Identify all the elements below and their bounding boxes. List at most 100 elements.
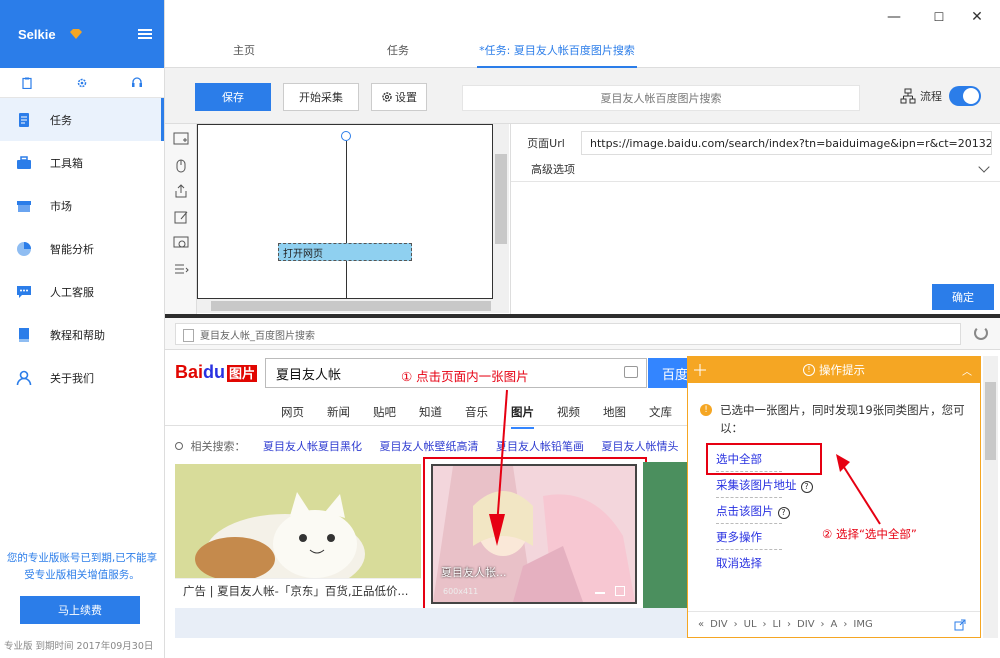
tab-tasks[interactable]: 任务: [387, 42, 409, 58]
annotation-step-2: ② 选择“选中全部”: [822, 527, 917, 541]
chat-bubble-icon: [17, 285, 31, 298]
ok-button[interactable]: 确定: [932, 284, 994, 310]
sidebar-item-support[interactable]: 人工客服: [0, 270, 164, 313]
sidebar-item-toolbox[interactable]: 工具箱: [0, 141, 164, 184]
related-label: 相关搜索：: [190, 440, 246, 453]
sidebar-item-tutorials[interactable]: 教程和帮助: [0, 313, 164, 356]
cancel-selection-link[interactable]: 取消选择: [716, 555, 762, 571]
inspect-icon[interactable]: [173, 235, 189, 251]
sidebar: Selkie 任务 工具箱 市场 智能分析 人工客服 教程和帮助 关于我们 您的…: [0, 0, 165, 658]
path-segment[interactable]: DIV: [710, 619, 728, 630]
path-sep: ›: [733, 619, 738, 630]
click-image-link[interactable]: 点击该图片?: [716, 503, 790, 519]
tab-current-task[interactable]: *任务: 夏目友人帐百度图片搜索: [477, 42, 637, 68]
tab-bar: 主页 任务 *任务: 夏目友人帐百度图片搜索: [165, 36, 1000, 68]
sidebar-item-about[interactable]: 关于我们: [0, 356, 164, 399]
gear-icon[interactable]: [76, 77, 88, 89]
scroll-thumb[interactable]: [495, 154, 507, 244]
move-icon[interactable]: [694, 364, 706, 376]
sidebar-item-analytics[interactable]: 智能分析: [0, 227, 164, 270]
address-field[interactable]: 夏目友人帐_百度图片搜索: [175, 323, 961, 345]
ad-text[interactable]: 广告 | 夏目友人帐-「京东」百货,正品低价...: [175, 578, 421, 602]
sidebar-item-tasks[interactable]: 任务: [0, 98, 164, 141]
export-icon[interactable]: [173, 183, 189, 199]
url-label: 页面Url: [527, 137, 565, 150]
page-vertical-scrollbar[interactable]: [983, 356, 998, 638]
nav-tab[interactable]: 贴吧: [373, 404, 396, 420]
start-node-icon[interactable]: [341, 131, 351, 141]
canvas-vertical-scrollbar[interactable]: [493, 124, 509, 299]
help-icon[interactable]: ?: [800, 481, 813, 493]
help-icon[interactable]: ?: [777, 507, 790, 519]
nav-tab[interactable]: 文库: [649, 404, 672, 420]
path-segment[interactable]: DIV: [797, 619, 815, 630]
workflow-canvas[interactable]: 打开网页: [197, 124, 493, 299]
settings-button[interactable]: 设置: [371, 83, 427, 111]
minimize-button[interactable]: —: [887, 10, 901, 24]
hamburger-menu-icon[interactable]: [138, 29, 152, 39]
canvas-horizontal-scrollbar[interactable]: [197, 299, 509, 313]
settings-label: 设置: [395, 91, 417, 104]
action-label: 点击该图片: [716, 504, 774, 518]
path-segment[interactable]: A: [831, 619, 838, 630]
tip-title: 操作提示: [819, 363, 865, 377]
related-link[interactable]: 夏目友人帐壁纸高清: [380, 440, 479, 453]
nav-tab[interactable]: 视频: [557, 404, 580, 420]
annotation-arrow-2: [836, 454, 881, 525]
add-step-icon[interactable]: [173, 131, 189, 147]
green-image[interactable]: [643, 462, 689, 608]
flow-label: 流程: [920, 90, 942, 103]
action-label: 采集该图片地址: [716, 478, 797, 492]
path-segment[interactable]: IMG: [853, 619, 872, 630]
scroll-thumb[interactable]: [211, 301, 491, 311]
nav-tab[interactable]: 新闻: [327, 404, 350, 420]
start-collect-button[interactable]: 开始采集: [283, 83, 359, 111]
search-icon: [175, 442, 183, 450]
maximize-button[interactable]: ☐: [932, 10, 946, 24]
workflow-node-open-page[interactable]: 打开网页: [278, 243, 412, 261]
url-input[interactable]: https://image.baidu.com/search/index?tn=…: [581, 131, 992, 155]
renew-button[interactable]: 马上续费: [20, 596, 140, 624]
related-link[interactable]: 夏目友人帐情头: [602, 440, 679, 453]
scroll-thumb[interactable]: [985, 382, 996, 460]
collapse-icon[interactable]: ︿: [962, 363, 972, 378]
tip-header[interactable]: ! 操作提示 ︿: [688, 357, 980, 383]
sidebar-item-market[interactable]: 市场: [0, 184, 164, 227]
external-link-icon[interactable]: [954, 619, 966, 631]
url-row: 页面Url https://image.baidu.com/search/ind…: [511, 130, 1000, 156]
path-segment[interactable]: LI: [773, 619, 782, 630]
divider: [716, 549, 782, 550]
path-back[interactable]: «: [698, 619, 704, 630]
annotation-highlight-image: [423, 457, 647, 619]
workflow-tools: [165, 124, 197, 314]
camera-icon[interactable]: [624, 366, 638, 378]
tab-home[interactable]: 主页: [233, 42, 255, 58]
version-info: 专业版 到期时间 2017年09月30日: [4, 641, 154, 652]
advanced-options-toggle[interactable]: 高级选项: [511, 156, 1000, 182]
reload-icon[interactable]: [974, 326, 988, 340]
path-sep: ›: [843, 619, 848, 630]
edit-icon[interactable]: [173, 209, 189, 225]
task-name-field[interactable]: 夏目友人帐百度图片搜索: [462, 85, 860, 111]
nav-tab[interactable]: 地图: [603, 404, 626, 420]
save-button[interactable]: 保存: [195, 83, 271, 111]
mouse-click-icon[interactable]: [173, 157, 189, 173]
collect-image-url-link[interactable]: 采集该图片地址?: [716, 477, 813, 493]
related-link[interactable]: 夏目友人帐夏目黑化: [263, 440, 362, 453]
nav-tab[interactable]: 知道: [419, 404, 442, 420]
headset-icon[interactable]: [131, 76, 143, 89]
baidu-logo: Baidu 图片: [175, 362, 258, 382]
workflow-connector: [346, 141, 347, 299]
flow-toggle[interactable]: [949, 86, 981, 106]
advanced-options-label: 高级选项: [531, 162, 575, 176]
clipboard-icon[interactable]: [21, 77, 33, 89]
gear-icon: [382, 92, 392, 102]
path-segment[interactable]: UL: [744, 619, 757, 630]
close-button[interactable]: ✕: [970, 10, 984, 24]
list-icon[interactable]: [173, 261, 189, 277]
nav-tab[interactable]: 网页: [281, 404, 304, 420]
related-searches: 相关搜索： 夏目友人帐夏目黑化 夏目友人帐壁纸高清 夏目友人帐铅笔画 夏目友人帐…: [175, 438, 679, 454]
more-images-row[interactable]: [175, 608, 689, 638]
more-actions-link[interactable]: 更多操作: [716, 529, 762, 545]
annotation-highlight-select-all: [706, 443, 822, 475]
